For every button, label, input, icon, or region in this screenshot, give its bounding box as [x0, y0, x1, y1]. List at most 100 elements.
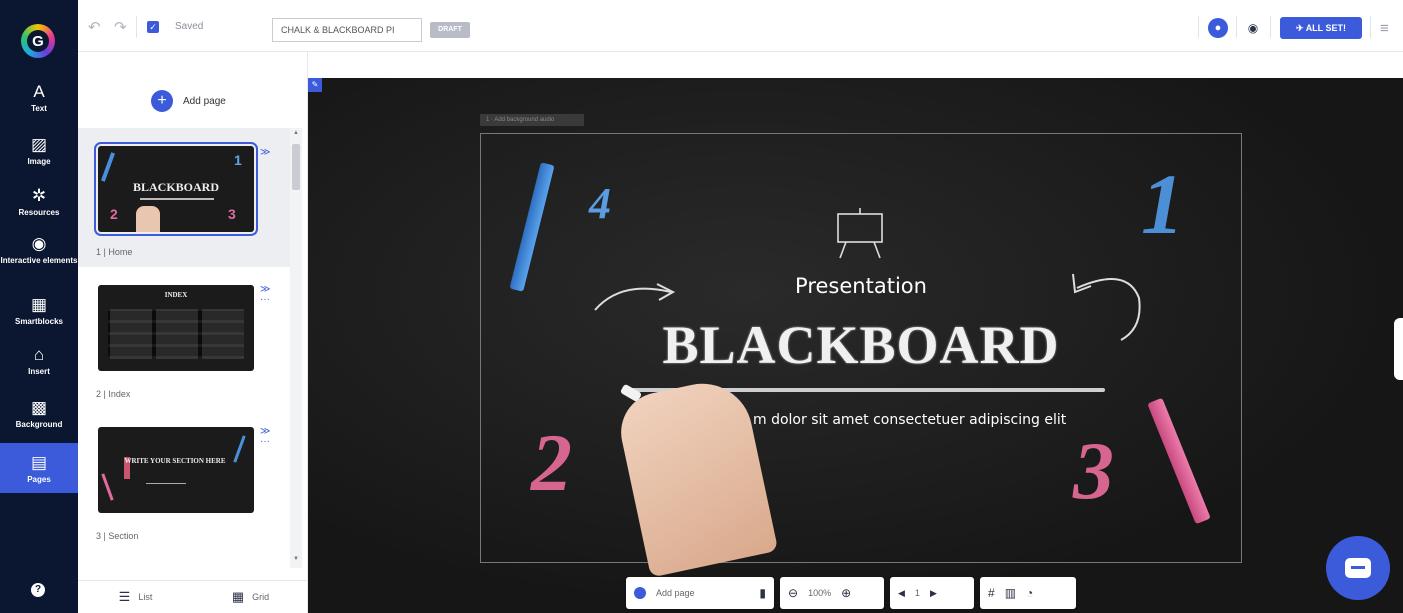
hamburger-menu-icon[interactable]: ≡	[1380, 20, 1389, 37]
page-number: 1	[914, 588, 920, 598]
page-card-home[interactable]: 1 BLACKBOARD 2 3 ≫ 1 | Home	[78, 128, 290, 267]
number-mark: 2	[110, 206, 118, 222]
grid-guides-icon[interactable]: #	[988, 586, 995, 600]
blue-chalk-image	[509, 162, 555, 292]
all-set-button[interactable]: ✈ ALL SET!	[1280, 17, 1362, 39]
add-page-icon[interactable]	[634, 587, 646, 599]
background-icon: ▩	[30, 398, 48, 417]
rail-item-resources[interactable]: ✲ Resources	[0, 186, 78, 226]
page-card-index[interactable]: INDEX ≫ ··· 2 | Index	[78, 267, 290, 409]
rail-item-label: Interactive elements	[0, 256, 78, 265]
text-icon: A	[33, 82, 45, 101]
page-card-partial[interactable]: ≫	[78, 551, 290, 569]
rail-item-text[interactable]: A Text	[0, 82, 78, 122]
rail-item-smartblocks[interactable]: ▦ Smartblocks	[0, 295, 78, 335]
logo-letter: G	[27, 30, 49, 52]
slide-title[interactable]: BLACKBOARD	[481, 314, 1241, 376]
list-view-button[interactable]: ☰ List	[78, 589, 193, 605]
palette-icon[interactable]: ◔	[1026, 586, 1033, 600]
rail-item-interactive-elements[interactable]: ◉ Interactive elements	[0, 234, 78, 282]
slide-frame[interactable]: 4 1 2 3 Presentation BLACKBOARD m dolor …	[480, 133, 1242, 578]
audio-tag[interactable]: 1 · Add background audio	[480, 114, 584, 126]
rail-item-insert[interactable]: ⌂ Insert	[0, 345, 78, 385]
left-rail: G A Text ▨ Image ✲ Resources ◉ Interacti…	[0, 0, 78, 613]
slide-body-text[interactable]: m dolor sit amet consectetuer adipiscing…	[753, 412, 1066, 428]
interactive-icon: ◉	[31, 234, 47, 253]
rail-item-label: Resources	[18, 208, 60, 217]
plus-icon: +	[151, 90, 173, 112]
scroll-down-icon[interactable]: ▼	[293, 556, 299, 562]
add-page-button[interactable]: + Add page	[151, 90, 226, 112]
chat-support-button[interactable]	[1326, 536, 1390, 600]
resources-icon: ✲	[31, 186, 47, 205]
saved-check-icon: ✓	[147, 21, 159, 33]
image-icon: ▨	[30, 135, 48, 154]
chalk-blue-mark	[100, 152, 116, 182]
hand-image	[613, 374, 779, 578]
editor-canvas[interactable]: ✎ 1 · Add background audio 4 1 2 3 Prese…	[308, 78, 1403, 613]
grid-view-button[interactable]: ▦ Grid	[193, 589, 308, 605]
scrollbar-thumb[interactable]	[292, 144, 300, 190]
easel-icon	[837, 208, 883, 259]
rail-item-label: Pages	[27, 475, 51, 484]
rail-item-background[interactable]: ▩ Background	[0, 398, 78, 438]
pages-list[interactable]: 1 BLACKBOARD 2 3 ≫ 1 | Home INDEX ≫ ··· 2…	[78, 128, 290, 568]
trash-icon[interactable]: ▮	[759, 586, 766, 600]
divider	[136, 16, 137, 38]
zoom-in-icon[interactable]: ⊕	[841, 586, 851, 600]
layout-icon[interactable]: ▥	[1005, 586, 1016, 600]
page-actions-icon[interactable]: ≫	[260, 148, 270, 158]
thumb-title: BLACKBOARD	[132, 180, 219, 194]
presentation-title-input[interactable]	[272, 18, 422, 42]
redo-icon[interactable]: ↷	[114, 18, 127, 36]
divider	[1370, 16, 1371, 38]
zoom-out-icon[interactable]: ⊖	[788, 586, 798, 600]
page-label: 1 | Home	[96, 247, 133, 257]
all-set-label: ALL SET!	[1305, 23, 1347, 33]
number-mark: 1	[234, 152, 242, 168]
prev-page-icon[interactable]: ◀	[898, 588, 905, 599]
add-page-bottom-label[interactable]: Add page	[656, 588, 695, 598]
pages-scrollbar[interactable]: ▲ ▼	[290, 128, 302, 568]
page-actions-icon[interactable]: ≫ ···	[260, 285, 270, 305]
canvas-top-strip	[308, 52, 1403, 78]
divider	[1270, 16, 1271, 38]
saved-status: Saved	[175, 21, 204, 32]
page-thumbnail[interactable]: WRITE YOUR SECTION HERE	[98, 427, 254, 513]
chat-icon	[1345, 558, 1371, 578]
preview-eye-icon[interactable]: ◉	[1246, 21, 1260, 35]
add-page-label: Add page	[183, 95, 226, 107]
rail-item-label: Smartblocks	[14, 317, 64, 326]
rail-item-image[interactable]: ▨ Image	[0, 135, 78, 175]
app-logo[interactable]: G	[21, 24, 55, 58]
help-icon[interactable]: ?	[31, 583, 45, 597]
panel-footer: ☰ List ▦ Grid	[78, 580, 308, 613]
undo-icon[interactable]: ↶	[88, 18, 101, 36]
list-view-label: List	[138, 592, 153, 602]
page-thumbnail[interactable]: 1 BLACKBOARD 2 3	[94, 142, 258, 236]
scroll-up-icon[interactable]: ▲	[293, 130, 299, 136]
rail-item-label: Image	[27, 157, 51, 166]
number-mark: 3	[228, 206, 236, 222]
thumb-underline	[140, 198, 214, 200]
page-thumbnail[interactable]: INDEX	[98, 285, 254, 371]
rail-item-label: Background	[15, 420, 63, 429]
right-panel-toggle[interactable]	[1394, 318, 1403, 380]
page-actions-icon[interactable]: ≫ ···	[260, 427, 270, 447]
number-four: 4	[589, 179, 611, 228]
number-two: 2	[531, 417, 572, 508]
zoom-group: ⊖ 100% ⊕	[780, 577, 884, 609]
bottom-toolbar: Add page ▮ ⊖ 100% ⊕ ◀ 1 ▶ # ▥ ◔	[626, 577, 1076, 609]
rail-item-pages[interactable]: ▤ Pages	[0, 443, 78, 493]
thumb-underline	[146, 483, 186, 484]
slide-subtitle[interactable]: Presentation	[481, 274, 1241, 298]
insert-icon: ⌂	[33, 345, 45, 364]
next-page-icon[interactable]: ▶	[930, 588, 937, 599]
page-actions-icon[interactable]: ≫	[260, 567, 270, 569]
pin-icon[interactable]: ✎	[308, 78, 322, 92]
thumb-title: WRITE YOUR SECTION HERE	[124, 457, 226, 465]
share-user-icon[interactable]: ●	[1208, 18, 1228, 38]
rail-item-label: Text	[31, 104, 47, 113]
pink-chalk-image	[1147, 397, 1211, 525]
page-card-section[interactable]: WRITE YOUR SECTION HERE ≫ ··· 3 | Section	[78, 409, 290, 551]
